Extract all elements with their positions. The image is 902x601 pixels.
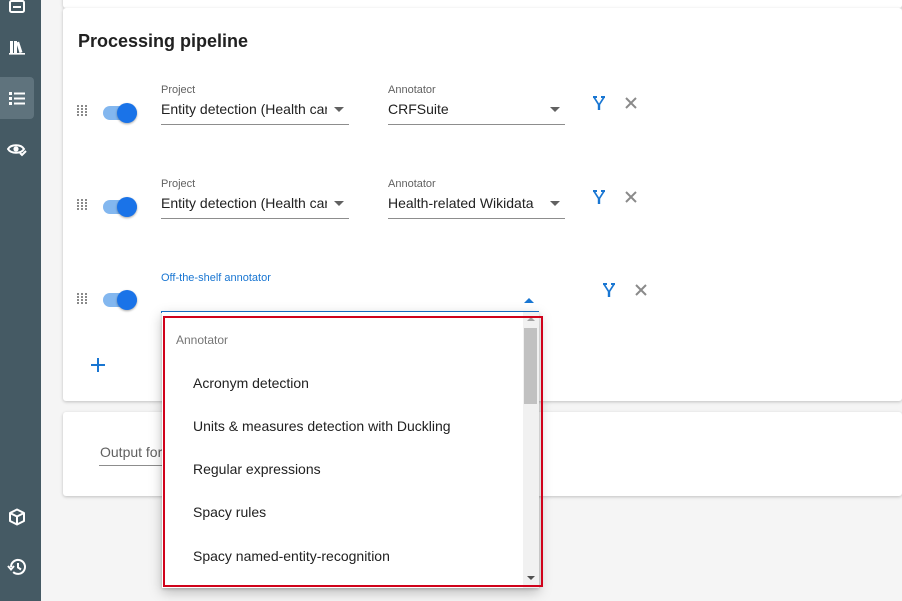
annotator-label: Annotator [388, 178, 436, 190]
history-icon [7, 558, 26, 575]
menu-scrollbar[interactable] [523, 312, 539, 588]
scrollbar-thumb[interactable] [524, 328, 537, 404]
annotator-select[interactable]: Annotator Health-related Wikidata [388, 178, 565, 219]
annotator-label: Annotator [388, 84, 436, 96]
caret-down-icon [334, 201, 344, 206]
project-value: Entity detection (Health care) [161, 195, 327, 211]
menu-item-regular-expressions[interactable]: Regular expressions [162, 448, 522, 491]
page-title: Processing pipeline [78, 31, 249, 51]
project-label: Project [161, 178, 196, 190]
sidebar-item-inbox[interactable] [0, 0, 34, 28]
eye-check-icon [7, 144, 27, 157]
step-enabled-toggle[interactable] [103, 288, 137, 312]
project-select[interactable]: Project Entity detection (Health care) [161, 178, 349, 219]
close-icon[interactable] [624, 190, 638, 204]
step-enabled-toggle[interactable] [103, 101, 137, 125]
fork-icon[interactable] [590, 94, 608, 112]
fork-icon[interactable] [600, 281, 618, 299]
annotator-select[interactable]: Annotator CRFSuite [388, 84, 565, 125]
menu-item-spacy-ner[interactable]: Spacy named-entity-recognition [162, 535, 522, 578]
sidebar-item-review[interactable] [0, 128, 34, 170]
sidebar-item-pipeline[interactable] [0, 77, 34, 119]
close-icon[interactable] [634, 283, 648, 297]
sidebar-item-library[interactable] [0, 26, 34, 68]
menu-item-units-measures[interactable]: Units & measures detection with Duckling [162, 405, 522, 448]
list-icon [9, 92, 25, 105]
off-the-shelf-annotator-select[interactable]: Off-the-shelf annotator [161, 272, 539, 313]
scroll-up-icon[interactable] [527, 317, 535, 321]
project-value: Entity detection (Health care) [161, 101, 327, 117]
cube-icon [9, 508, 25, 526]
caret-down-icon [334, 107, 344, 112]
project-label: Project [161, 84, 196, 96]
project-select[interactable]: Project Entity detection (Health care) [161, 84, 349, 125]
step-enabled-toggle[interactable] [103, 195, 137, 219]
caret-up-icon [524, 298, 534, 303]
previous-card [63, 0, 902, 8]
plus-icon[interactable] [89, 356, 107, 374]
menu-group-header: Annotator [176, 333, 229, 347]
drag-handle-icon[interactable] [77, 293, 87, 305]
scroll-down-icon[interactable] [527, 576, 535, 580]
close-icon[interactable] [624, 96, 638, 110]
sidebar-item-history[interactable] [0, 546, 34, 588]
annotator-value: CRFSuite [388, 101, 449, 117]
annotator-label: Off-the-shelf annotator [161, 272, 271, 284]
annotator-value: Health-related Wikidata [388, 195, 534, 211]
caret-down-icon [550, 107, 560, 112]
drag-handle-icon[interactable] [77, 105, 87, 117]
drag-handle-icon[interactable] [77, 199, 87, 211]
annotator-dropdown-menu: Annotator Acronym detection Units & meas… [162, 312, 539, 588]
library-icon [9, 41, 25, 55]
menu-item-acronym-detection[interactable]: Acronym detection [162, 362, 522, 405]
sidebar [0, 0, 41, 601]
menu-item-spacy-rules[interactable]: Spacy rules [162, 491, 522, 534]
caret-down-icon [550, 201, 560, 206]
sidebar-item-models[interactable] [0, 496, 34, 538]
fork-icon[interactable] [590, 188, 608, 206]
inbox-icon [9, 0, 25, 13]
